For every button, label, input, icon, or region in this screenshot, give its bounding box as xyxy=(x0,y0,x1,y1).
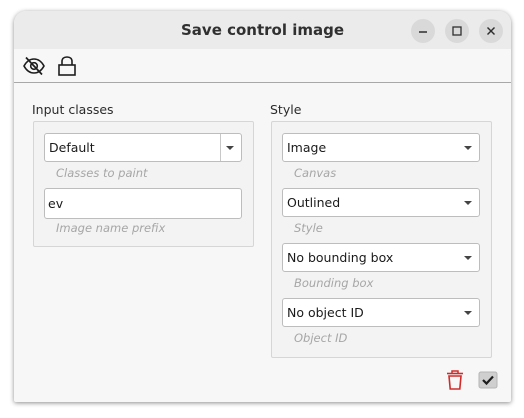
chevron-down-icon xyxy=(226,146,234,150)
chevron-down-icon xyxy=(464,256,472,260)
bounding-box-hint: Bounding box xyxy=(294,276,374,290)
trash-icon[interactable] xyxy=(443,368,467,392)
object-id-combo-value: No object ID xyxy=(287,305,364,320)
minimize-button[interactable] xyxy=(411,19,435,43)
object-id-hint: Object ID xyxy=(294,331,348,345)
chevron-down-icon xyxy=(464,146,472,150)
classes-combo-value: Default xyxy=(49,140,95,155)
canvas-combo-value: Image xyxy=(287,140,327,155)
eye-slash-icon[interactable] xyxy=(22,54,46,78)
title-bar: Save control image xyxy=(14,11,511,49)
chevron-down-icon xyxy=(464,201,472,205)
object-id-combo[interactable]: No object ID xyxy=(282,298,480,327)
classes-hint: Classes to paint xyxy=(56,166,148,180)
minimize-icon xyxy=(419,31,427,33)
classes-combo[interactable]: Default xyxy=(44,133,242,162)
style-combo[interactable]: Outlined xyxy=(282,188,480,217)
save-control-image-dialog: Save control image Input classes Default… xyxy=(14,11,511,402)
bounding-box-combo[interactable]: No bounding box xyxy=(282,243,480,272)
image-name-prefix-input[interactable] xyxy=(44,188,242,219)
canvas-hint: Canvas xyxy=(294,166,337,180)
input-classes-label: Input classes xyxy=(32,102,114,117)
bounding-box-combo-value: No bounding box xyxy=(287,250,394,265)
maximize-button[interactable] xyxy=(445,19,469,43)
close-icon xyxy=(487,27,495,35)
style-combo-value: Outlined xyxy=(287,195,341,210)
canvas-combo[interactable]: Image xyxy=(282,133,480,162)
chevron-down-icon xyxy=(464,311,472,315)
maximize-icon xyxy=(452,26,462,36)
style-label: Style xyxy=(270,102,302,117)
toolbar xyxy=(14,49,511,83)
style-hint: Style xyxy=(294,221,323,235)
window-title: Save control image xyxy=(180,21,344,39)
close-button[interactable] xyxy=(479,19,503,43)
checkmark-icon[interactable] xyxy=(476,368,500,392)
combo-separator xyxy=(220,134,221,161)
padlock-icon[interactable] xyxy=(55,54,79,78)
prefix-hint: Image name prefix xyxy=(56,221,166,235)
